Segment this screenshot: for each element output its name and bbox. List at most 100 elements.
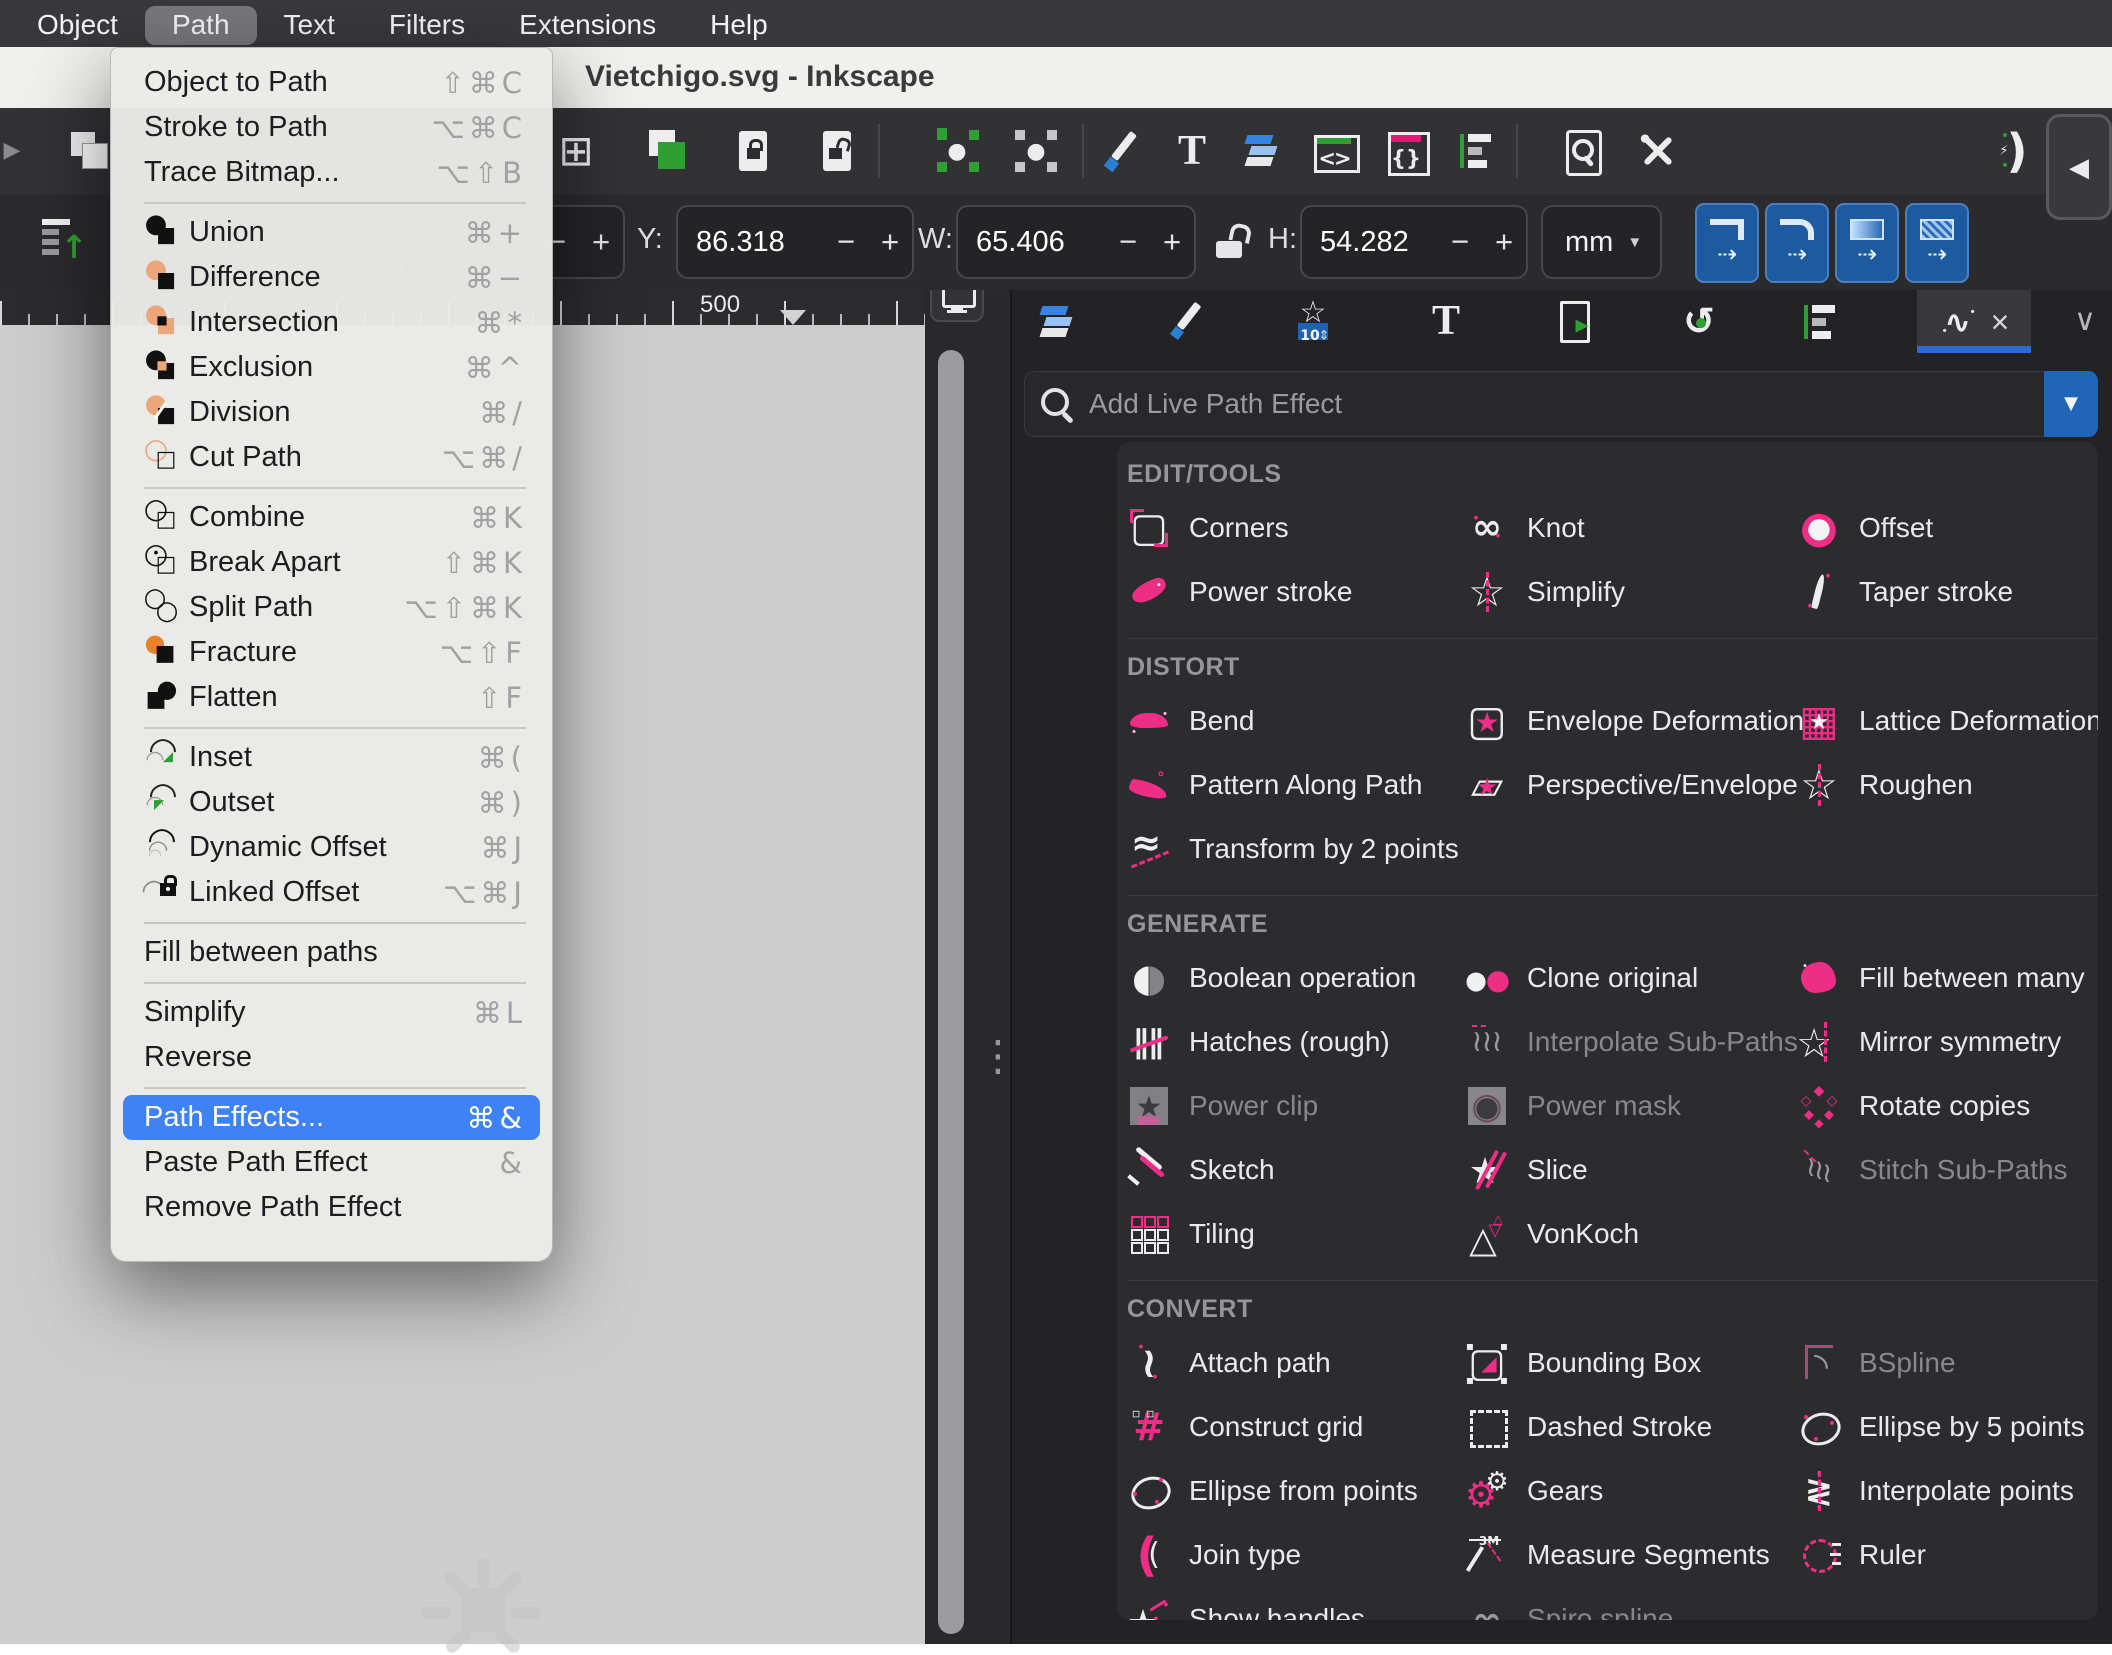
y-plus-button[interactable]: +: [868, 224, 912, 260]
lock-document-button[interactable]: [728, 124, 780, 178]
lpe-item-slice[interactable]: ★Slice: [1465, 1138, 1797, 1202]
chevron-right-icon[interactable]: ▶: [0, 124, 38, 178]
y-field[interactable]: 86.318 − +: [676, 205, 914, 279]
lpe-dropdown-button[interactable]: ▼: [2044, 371, 2098, 437]
select-handles-button[interactable]: ●: [932, 124, 984, 178]
menu-item-break-apart[interactable]: ○•□Break Apart⇧⌘K: [111, 540, 552, 585]
menu-item-simplify[interactable]: Simplify⌘L: [111, 990, 552, 1035]
lpe-item-knot[interactable]: ∞••Knot: [1465, 496, 1797, 560]
lpe-item-tiling[interactable]: Tiling: [1127, 1202, 1465, 1266]
lpe-search-input[interactable]: Add Live Path Effect ▼: [1024, 371, 2098, 437]
menu-item-division[interactable]: ●■Division⌘/: [111, 390, 552, 435]
lpe-item-join-type[interactable]: ((Join type: [1127, 1523, 1465, 1587]
menu-item-paste-path-effect[interactable]: Paste Path Effect&: [111, 1140, 552, 1185]
menu-item-difference[interactable]: ●■Difference⌘−: [111, 255, 552, 300]
xml-editor-button[interactable]: <>: [1308, 124, 1360, 178]
menu-item-object-to-path[interactable]: Object to Path⇧⌘C: [111, 60, 552, 105]
menu-item-fracture[interactable]: ●■Fracture⌥⇧F: [111, 630, 552, 675]
tab-layers[interactable]: [1026, 292, 1086, 350]
lpe-item-construct-grid[interactable]: #▫▫Construct grid: [1127, 1395, 1465, 1459]
lpe-item-rotate-copies[interactable]: ◆◇◇◆◆◆Rotate copies: [1797, 1074, 2090, 1138]
lpe-item-perspective-envelope[interactable]: ▱★Perspective/Envelope: [1465, 753, 1797, 817]
lpe-item-taper-stroke[interactable]: ••Taper stroke: [1797, 560, 2090, 624]
lpe-item-vonkoch[interactable]: △▽△VonKoch: [1465, 1202, 1797, 1266]
lpe-item-sketch[interactable]: Sketch: [1127, 1138, 1465, 1202]
transform-patterns-toggle[interactable]: ⇢: [1905, 203, 1969, 283]
snap-button[interactable]: )••⚡: [1988, 124, 2040, 178]
scale-stroke-width-toggle[interactable]: ⇢: [1695, 203, 1759, 283]
menu-item-exclusion[interactable]: ●■■Exclusion⌘^: [111, 345, 552, 390]
tab-align-distribute[interactable]: [1789, 292, 1849, 350]
menu-item-union[interactable]: ●■Union⌘+: [111, 210, 552, 255]
menu-item-stroke-to-path[interactable]: Stroke to Path⌥⌘C: [111, 105, 552, 150]
menubar-item-filters[interactable]: Filters: [362, 6, 492, 45]
menu-item-fill-between-paths[interactable]: Fill between paths: [111, 930, 552, 975]
lpe-item-hatches-rough[interactable]: ∥∥Hatches (rough): [1127, 1010, 1465, 1074]
menubar-item-text[interactable]: Text: [257, 6, 362, 45]
menu-item-combine[interactable]: ○□Combine⌘K: [111, 495, 552, 540]
tab-overflow-button[interactable]: ∨: [2056, 292, 2112, 350]
text-button[interactable]: T: [1166, 124, 1218, 178]
lpe-item-measure-segments[interactable]: 3MMeasure Segments: [1465, 1523, 1797, 1587]
lpe-item-offset[interactable]: ●●Offset: [1797, 496, 2090, 560]
y-value[interactable]: 86.318: [696, 226, 824, 259]
transform-gradients-toggle[interactable]: ⇢: [1835, 203, 1899, 283]
w-field[interactable]: 65.406 − +: [956, 205, 1196, 279]
braces-button[interactable]: {}: [1380, 124, 1432, 178]
h-field[interactable]: 54.282 − +: [1300, 205, 1528, 279]
menu-item-linked-offset[interactable]: ◠Linked Offset⌥⌘J: [111, 870, 552, 915]
tab-path-effects[interactable]: ∿••×: [1917, 290, 2031, 353]
w-plus-button[interactable]: +: [1150, 224, 1194, 260]
w-value[interactable]: 65.406: [976, 226, 1106, 259]
pen-button[interactable]: [1096, 124, 1148, 178]
lpe-item-fill-between-many[interactable]: •Fill between many: [1797, 946, 2090, 1010]
lpe-item-show-handles[interactable]: ★••Show handles: [1127, 1587, 1465, 1620]
lpe-item-lattice-deformation[interactable]: ▦★Lattice Deformation: [1797, 689, 2098, 753]
plus-frame-button[interactable]: ⊞: [550, 124, 602, 178]
raise-top-icon[interactable]: ↑: [40, 215, 86, 266]
lpe-item-transform-by-2-points[interactable]: ≈Transform by 2 points: [1127, 817, 1465, 881]
menu-item-cut-path[interactable]: ○□Cut Path⌥⌘/: [111, 435, 552, 480]
lpe-item-power-stroke[interactable]: •Power stroke: [1127, 560, 1465, 624]
lpe-item-ruler[interactable]: Ruler: [1797, 1523, 2090, 1587]
menu-item-path-effects[interactable]: Path Effects...⌘&: [123, 1095, 540, 1140]
scale-rounded-corners-toggle[interactable]: ⇢: [1765, 203, 1829, 283]
menu-item-inset[interactable]: ◠◠◢Inset⌘(: [111, 735, 552, 780]
lpe-item-bend[interactable]: ••Bend: [1127, 689, 1465, 753]
lpe-item-ellipse-by-5-points[interactable]: •••Ellipse by 5 points: [1797, 1395, 2090, 1459]
lpe-item-ellipse-from-points[interactable]: •••Ellipse from points: [1127, 1459, 1465, 1523]
tab-undo-history[interactable]: ↺●: [1669, 292, 1729, 350]
node-handles-button[interactable]: ●: [1010, 124, 1062, 178]
h-minus-button[interactable]: −: [1438, 224, 1482, 260]
menu-item-trace-bitmap[interactable]: Trace Bitmap...⌥⇧B: [111, 150, 552, 195]
lpe-item-simplify[interactable]: ☆Simplify: [1465, 560, 1797, 624]
menu-item-dynamic-offset[interactable]: ◠◠◠Dynamic Offset⌘J: [111, 825, 552, 870]
menu-item-split-path[interactable]: ○○Split Path⌥⇧⌘K: [111, 585, 552, 630]
lpe-item-envelope-deformation[interactable]: ▢★Envelope Deformation: [1465, 689, 1797, 753]
lpe-item-roughen[interactable]: ☆Roughen: [1797, 753, 2098, 817]
y-minus-button[interactable]: −: [824, 224, 868, 260]
lpe-item-attach-path[interactable]: ≀••Attach path: [1127, 1331, 1465, 1395]
unlock-document-button[interactable]: [812, 124, 864, 178]
tab-fill-stroke[interactable]: [1156, 292, 1216, 350]
menu-item-outset[interactable]: ◠◠◤Outset⌘): [111, 780, 552, 825]
x-plus-button[interactable]: +: [579, 224, 623, 260]
layers-button[interactable]: [1236, 124, 1288, 178]
unit-select[interactable]: mm ▼: [1541, 205, 1662, 279]
menu-item-intersection[interactable]: ●■■Intersection⌘*: [111, 300, 552, 345]
menubar-item-object[interactable]: Object: [10, 6, 145, 45]
tab-text[interactable]: T: [1416, 292, 1476, 350]
lpe-item-gears[interactable]: ⚙⚙Gears: [1465, 1459, 1797, 1523]
duplicate-button[interactable]: [640, 124, 692, 178]
lpe-item-mirror-symmetry[interactable]: ☆Mirror symmetry: [1797, 1010, 2090, 1074]
vertical-scrollbar-thumb[interactable]: [938, 350, 964, 1634]
menubar-item-help[interactable]: Help: [683, 6, 795, 45]
lpe-item-interpolate-points[interactable]: ≷••Interpolate points: [1797, 1459, 2090, 1523]
w-minus-button[interactable]: −: [1106, 224, 1150, 260]
lpe-item-dashed-stroke[interactable]: Dashed Stroke: [1465, 1395, 1797, 1459]
tab-export[interactable]: ▶: [1543, 292, 1603, 350]
lock-open-icon[interactable]: [1208, 219, 1252, 268]
menubar-item-extensions[interactable]: Extensions: [492, 6, 683, 45]
preferences-tools-button[interactable]: ●: [1632, 124, 1684, 178]
lpe-item-boolean-operation[interactable]: ◖◗Boolean operation: [1127, 946, 1465, 1010]
